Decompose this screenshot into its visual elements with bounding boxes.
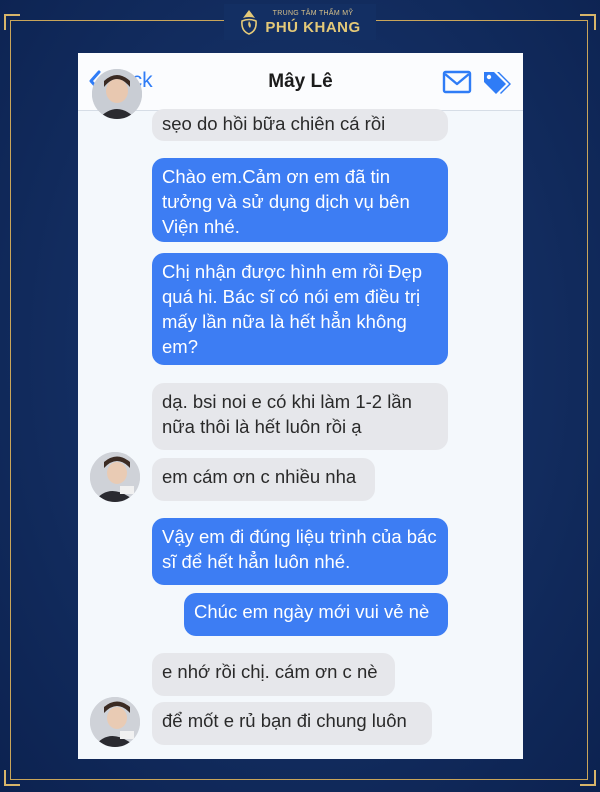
- brand-emblem-icon: [241, 10, 258, 35]
- avatar: [90, 452, 140, 502]
- mail-icon[interactable]: [442, 70, 472, 94]
- message-bubble-incoming: e nhớ rồi chị. cám ơn c nè: [152, 653, 395, 696]
- navigation-bar: Back Mây Lê: [78, 53, 523, 111]
- message-bubble-outgoing: Chị nhận được hình em rồi Đẹp quá hi. Bá…: [152, 253, 448, 365]
- avatar: [92, 69, 142, 119]
- chat-screen: Back Mây Lê sẹo do hồi bữa chiên cá rồi …: [78, 53, 523, 759]
- frame-corner: [580, 770, 596, 786]
- message-bubble-incoming: để mốt e rủ bạn đi chung luôn: [152, 702, 432, 745]
- message-bubble-incoming: dạ. bsi noi e có khi làm 1-2 lần nữa thô…: [152, 383, 448, 450]
- avatar: [90, 697, 140, 747]
- message-bubble-outgoing: Chào em.Cảm ơn em đã tin tưởng và sử dụn…: [152, 158, 448, 242]
- message-bubble-outgoing: Vậy em đi đúng liệu trình của bác sĩ để …: [152, 518, 448, 585]
- frame-corner: [4, 770, 20, 786]
- frame-corner: [580, 14, 596, 30]
- brand-subtitle: TRUNG TÂM THẨM MỸ: [272, 9, 354, 17]
- message-bubble-incoming: sẹo do hồi bữa chiên cá rồi: [152, 109, 448, 141]
- frame-corner: [4, 14, 20, 30]
- message-list: sẹo do hồi bữa chiên cá rồi Chào em.Cảm …: [78, 69, 523, 759]
- avatar-photo-icon: [92, 69, 142, 119]
- brand-name: PHÚ KHANG: [265, 18, 361, 36]
- avatar-photo-icon: [90, 452, 140, 502]
- brand-logo: TRUNG TÂM THẨM MỸ PHÚ KHANG: [224, 4, 376, 40]
- tags-icon[interactable]: [482, 70, 512, 96]
- avatar-photo-icon: [90, 697, 140, 747]
- message-bubble-outgoing: Chúc em ngày mới vui vẻ nè: [184, 593, 448, 636]
- message-bubble-incoming: em cám ơn c nhiều nha: [152, 458, 375, 501]
